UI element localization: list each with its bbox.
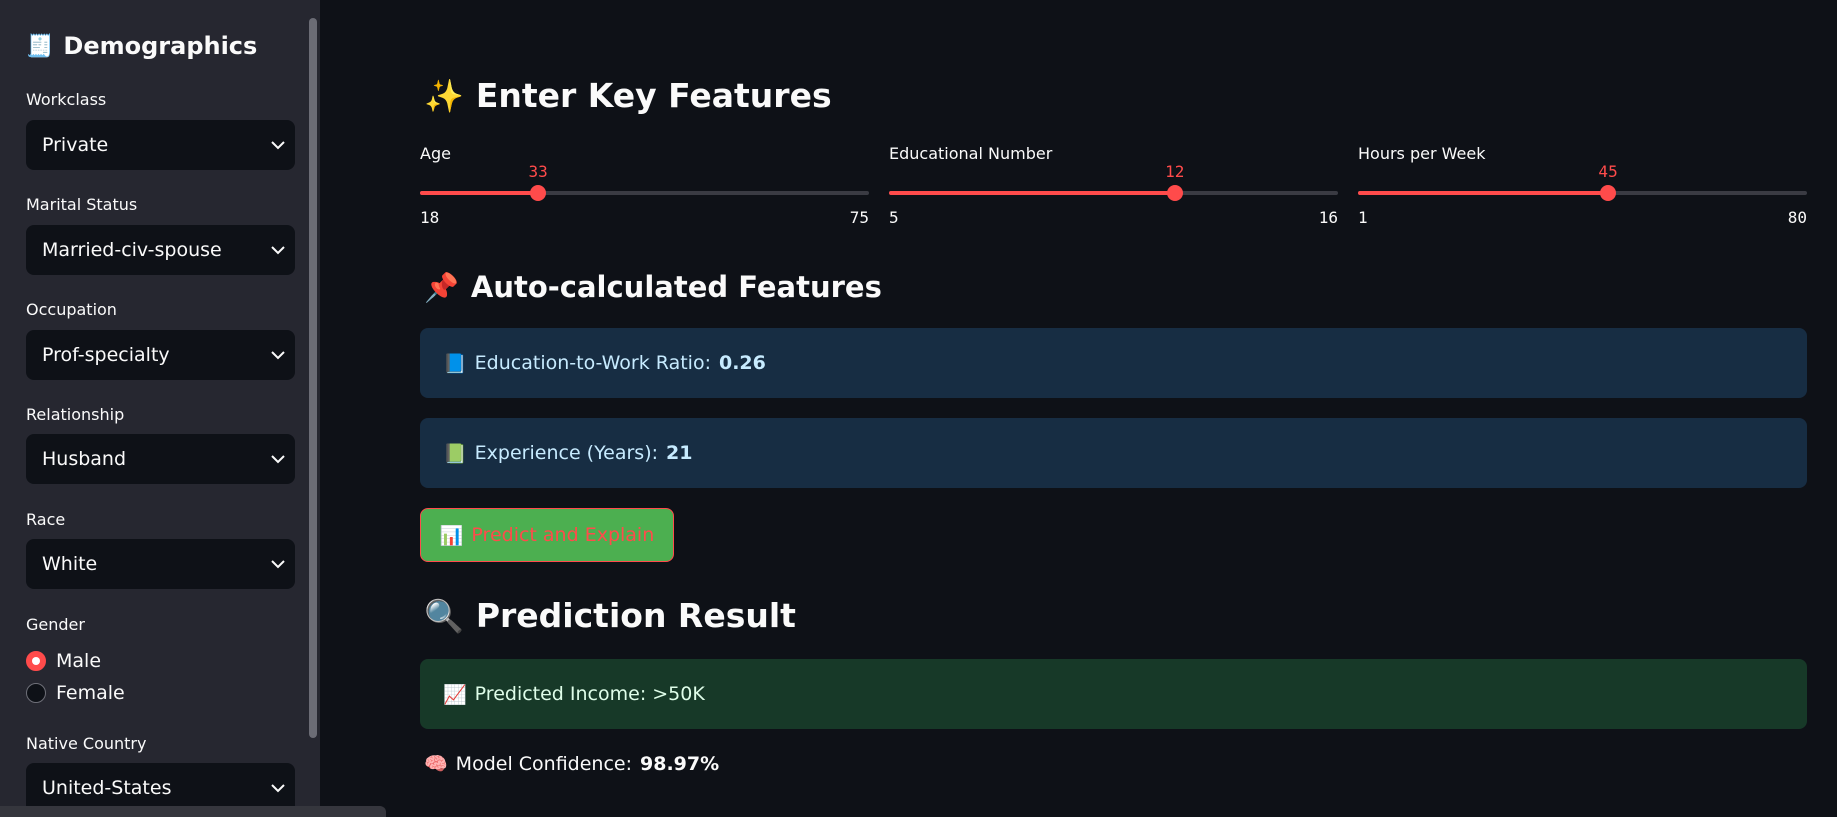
hours-per-week-slider-track[interactable] bbox=[1358, 185, 1807, 201]
chart-increasing-icon: 📈 bbox=[443, 683, 467, 706]
bar-chart-icon: 📊 bbox=[439, 524, 464, 547]
chevron-down-icon bbox=[261, 559, 295, 569]
hours-per-week-slider-thumb[interactable] bbox=[1600, 185, 1617, 201]
predict-button-label: Predict and Explain bbox=[471, 524, 655, 546]
chevron-down-icon bbox=[261, 350, 295, 360]
chevron-down-icon bbox=[261, 245, 295, 255]
marital-status-select[interactable]: Married-civ-spouse bbox=[26, 225, 295, 275]
hours-per-week-slider-label: Hours per Week bbox=[1358, 144, 1486, 163]
blue-book-icon: 📘 bbox=[443, 352, 467, 375]
educational-number-slider-max: 16 bbox=[1318, 208, 1338, 227]
chevron-down-icon bbox=[261, 454, 295, 464]
prediction-result-title: Prediction Result bbox=[475, 596, 796, 635]
hours-per-week-slider[interactable]: Hours per Week 45 1 80 bbox=[1358, 144, 1807, 244]
age-slider-max: 75 bbox=[849, 208, 869, 227]
prediction-result-heading: 🔍 Prediction Result bbox=[424, 596, 796, 635]
occupation-value: Prof-specialty bbox=[42, 344, 170, 366]
hours-per-week-slider-fill bbox=[1358, 191, 1609, 195]
race-select[interactable]: White bbox=[26, 539, 295, 589]
status-bar bbox=[0, 806, 386, 817]
age-slider-label: Age bbox=[420, 144, 451, 163]
native-country-label: Native Country bbox=[26, 734, 147, 753]
sidebar: 🧾 Demographics Workclass Private Marital… bbox=[0, 0, 320, 817]
experience-info-box: 📗 Experience (Years): 21 bbox=[420, 418, 1807, 488]
pushpin-icon: 📌 bbox=[424, 270, 459, 304]
age-slider-fill bbox=[420, 191, 539, 195]
confidence-label: Model Confidence: bbox=[455, 752, 632, 775]
receipt-icon: 🧾 bbox=[26, 33, 54, 59]
educational-number-slider-fill bbox=[889, 191, 1175, 195]
gender-option-label: Female bbox=[56, 682, 125, 704]
marital-status-value: Married-civ-spouse bbox=[42, 239, 222, 261]
relationship-select[interactable]: Husband bbox=[26, 434, 295, 484]
relationship-value: Husband bbox=[42, 448, 127, 470]
auto-features-heading: 📌 Auto-calculated Features bbox=[424, 270, 882, 304]
hours-per-week-slider-max: 80 bbox=[1787, 208, 1807, 227]
gender-label: Gender bbox=[26, 615, 85, 634]
chevron-down-icon bbox=[261, 140, 295, 150]
app: 🧾 Demographics Workclass Private Marital… bbox=[0, 0, 1837, 817]
hours-per-week-slider-value: 45 bbox=[1598, 162, 1618, 181]
sidebar-title: 🧾 Demographics bbox=[26, 32, 257, 60]
age-slider-track[interactable] bbox=[420, 185, 869, 201]
race-value: White bbox=[42, 553, 98, 575]
race-label: Race bbox=[26, 510, 66, 529]
sidebar-title-text: Demographics bbox=[63, 32, 258, 60]
marital-status-label: Marital Status bbox=[26, 195, 138, 214]
educational-number-slider[interactable]: Educational Number 12 5 16 bbox=[889, 144, 1338, 244]
ratio-info-box: 📘 Education-to-Work Ratio: 0.26 bbox=[420, 328, 1807, 398]
educational-number-slider-track[interactable] bbox=[889, 185, 1338, 201]
predicted-income-text: Predicted Income: >50K bbox=[474, 683, 705, 705]
green-book-icon: 📗 bbox=[443, 442, 467, 465]
predict-and-explain-button[interactable]: 📊 Predict and Explain bbox=[420, 508, 674, 562]
age-slider[interactable]: Age 33 18 75 bbox=[420, 144, 869, 244]
workclass-value: Private bbox=[42, 134, 109, 156]
chevron-down-icon bbox=[261, 783, 295, 793]
brain-icon: 🧠 bbox=[424, 753, 448, 775]
gender-option-female[interactable]: Female bbox=[26, 682, 125, 704]
native-country-value: United-States bbox=[42, 777, 172, 799]
educational-number-slider-min: 5 bbox=[889, 208, 899, 227]
sidebar-scrollbar[interactable] bbox=[309, 18, 317, 738]
predicted-income-box: 📈 Predicted Income: >50K bbox=[420, 659, 1807, 729]
workclass-select[interactable]: Private bbox=[26, 120, 295, 170]
sparkles-icon: ✨ bbox=[424, 76, 464, 115]
age-slider-min: 18 bbox=[420, 208, 440, 227]
educational-number-slider-label: Educational Number bbox=[889, 144, 1053, 163]
magnifier-icon: 🔍 bbox=[424, 596, 464, 635]
gender-option-label: Male bbox=[56, 650, 102, 672]
confidence-value: 98.97% bbox=[640, 752, 720, 775]
age-slider-value: 33 bbox=[528, 162, 548, 181]
age-slider-thumb[interactable] bbox=[530, 185, 547, 201]
hours-per-week-slider-min: 1 bbox=[1358, 208, 1368, 227]
key-features-title: Enter Key Features bbox=[475, 76, 832, 115]
occupation-label: Occupation bbox=[26, 300, 117, 319]
model-confidence: 🧠 Model Confidence: 98.97% bbox=[424, 752, 720, 776]
auto-features-title: Auto-calculated Features bbox=[470, 270, 882, 304]
educational-number-slider-value: 12 bbox=[1165, 162, 1185, 181]
gender-option-male[interactable]: Male bbox=[26, 650, 101, 672]
occupation-select[interactable]: Prof-specialty bbox=[26, 330, 295, 380]
experience-label: Experience (Years): bbox=[474, 442, 659, 464]
ratio-value: 0.26 bbox=[718, 352, 766, 374]
key-features-heading: ✨ Enter Key Features bbox=[424, 76, 832, 115]
educational-number-slider-thumb[interactable] bbox=[1166, 185, 1183, 201]
experience-value: 21 bbox=[666, 442, 693, 464]
ratio-label: Education-to-Work Ratio: bbox=[474, 352, 711, 374]
radio-unselected-icon[interactable] bbox=[26, 683, 46, 703]
radio-selected-icon[interactable] bbox=[26, 651, 46, 671]
workclass-label: Workclass bbox=[26, 90, 107, 109]
relationship-label: Relationship bbox=[26, 405, 125, 424]
